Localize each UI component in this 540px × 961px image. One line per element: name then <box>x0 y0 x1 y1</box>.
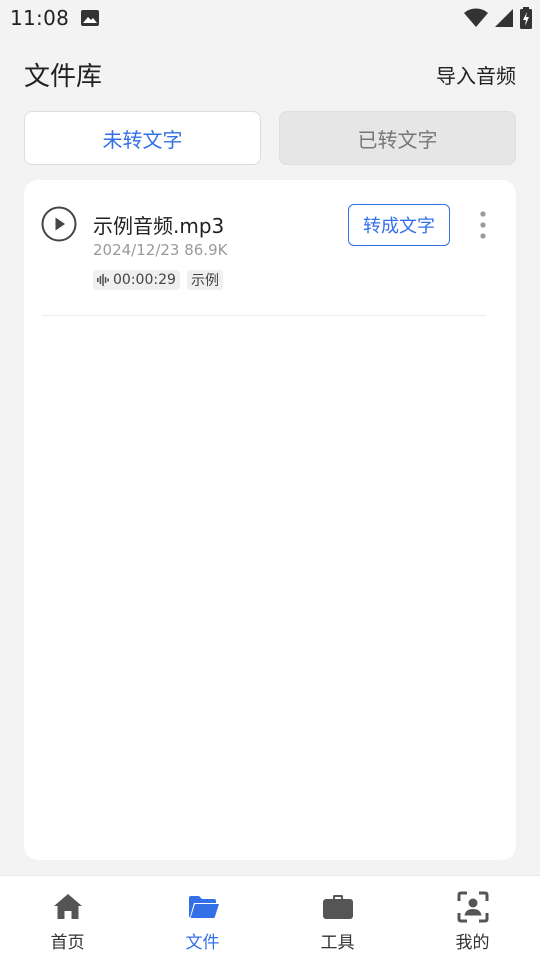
duration-text: 00:00:29 <box>113 272 176 288</box>
tab-bar: 未转文字 已转文字 <box>24 111 516 165</box>
list-item[interactable]: 示例音频.mp3 2024/12/23 86.9K 00:00:29 示例 转成… <box>24 180 516 316</box>
nav-label-home: 首页 <box>50 933 85 953</box>
status-time: 11:08 <box>10 6 70 30</box>
wifi-icon <box>464 8 488 27</box>
nav-label-files: 文件 <box>185 933 220 953</box>
page-header: 文件库 导入音频 <box>0 50 540 96</box>
status-bar: 11:08 <box>0 0 540 36</box>
profile-scan-icon <box>457 891 488 923</box>
bottom-nav: 首页 文件 工具 我的 <box>0 875 540 961</box>
nav-tools[interactable]: 工具 <box>270 876 405 961</box>
import-audio-button[interactable]: 导入音频 <box>436 60 516 89</box>
waveform-icon <box>97 274 109 286</box>
sample-badge: 示例 <box>187 270 223 290</box>
nav-label-tools: 工具 <box>320 933 355 953</box>
home-icon <box>53 894 82 919</box>
duration-badge: 00:00:29 <box>93 270 180 290</box>
battery-charging-icon <box>520 7 532 29</box>
image-icon <box>81 10 99 26</box>
divider <box>42 315 486 316</box>
convert-to-text-button[interactable]: 转成文字 <box>348 204 450 246</box>
file-name: 示例音频.mp3 <box>93 214 225 238</box>
file-meta: 2024/12/23 86.9K <box>93 241 228 259</box>
more-vertical-icon[interactable] <box>476 210 490 240</box>
nav-home[interactable]: 首页 <box>0 876 135 961</box>
page-title: 文件库 <box>24 62 103 92</box>
signal-icon <box>495 9 513 27</box>
file-list: 示例音频.mp3 2024/12/23 86.9K 00:00:29 示例 转成… <box>24 180 516 860</box>
tab-transcribed[interactable]: 已转文字 <box>279 111 516 165</box>
folder-icon <box>188 896 219 918</box>
tab-not-transcribed[interactable]: 未转文字 <box>24 111 261 165</box>
nav-files[interactable]: 文件 <box>135 876 270 961</box>
play-icon[interactable] <box>41 206 77 242</box>
nav-profile[interactable]: 我的 <box>405 876 540 961</box>
toolbox-icon <box>322 895 353 919</box>
status-icons <box>464 6 532 30</box>
nav-label-profile: 我的 <box>455 933 490 953</box>
